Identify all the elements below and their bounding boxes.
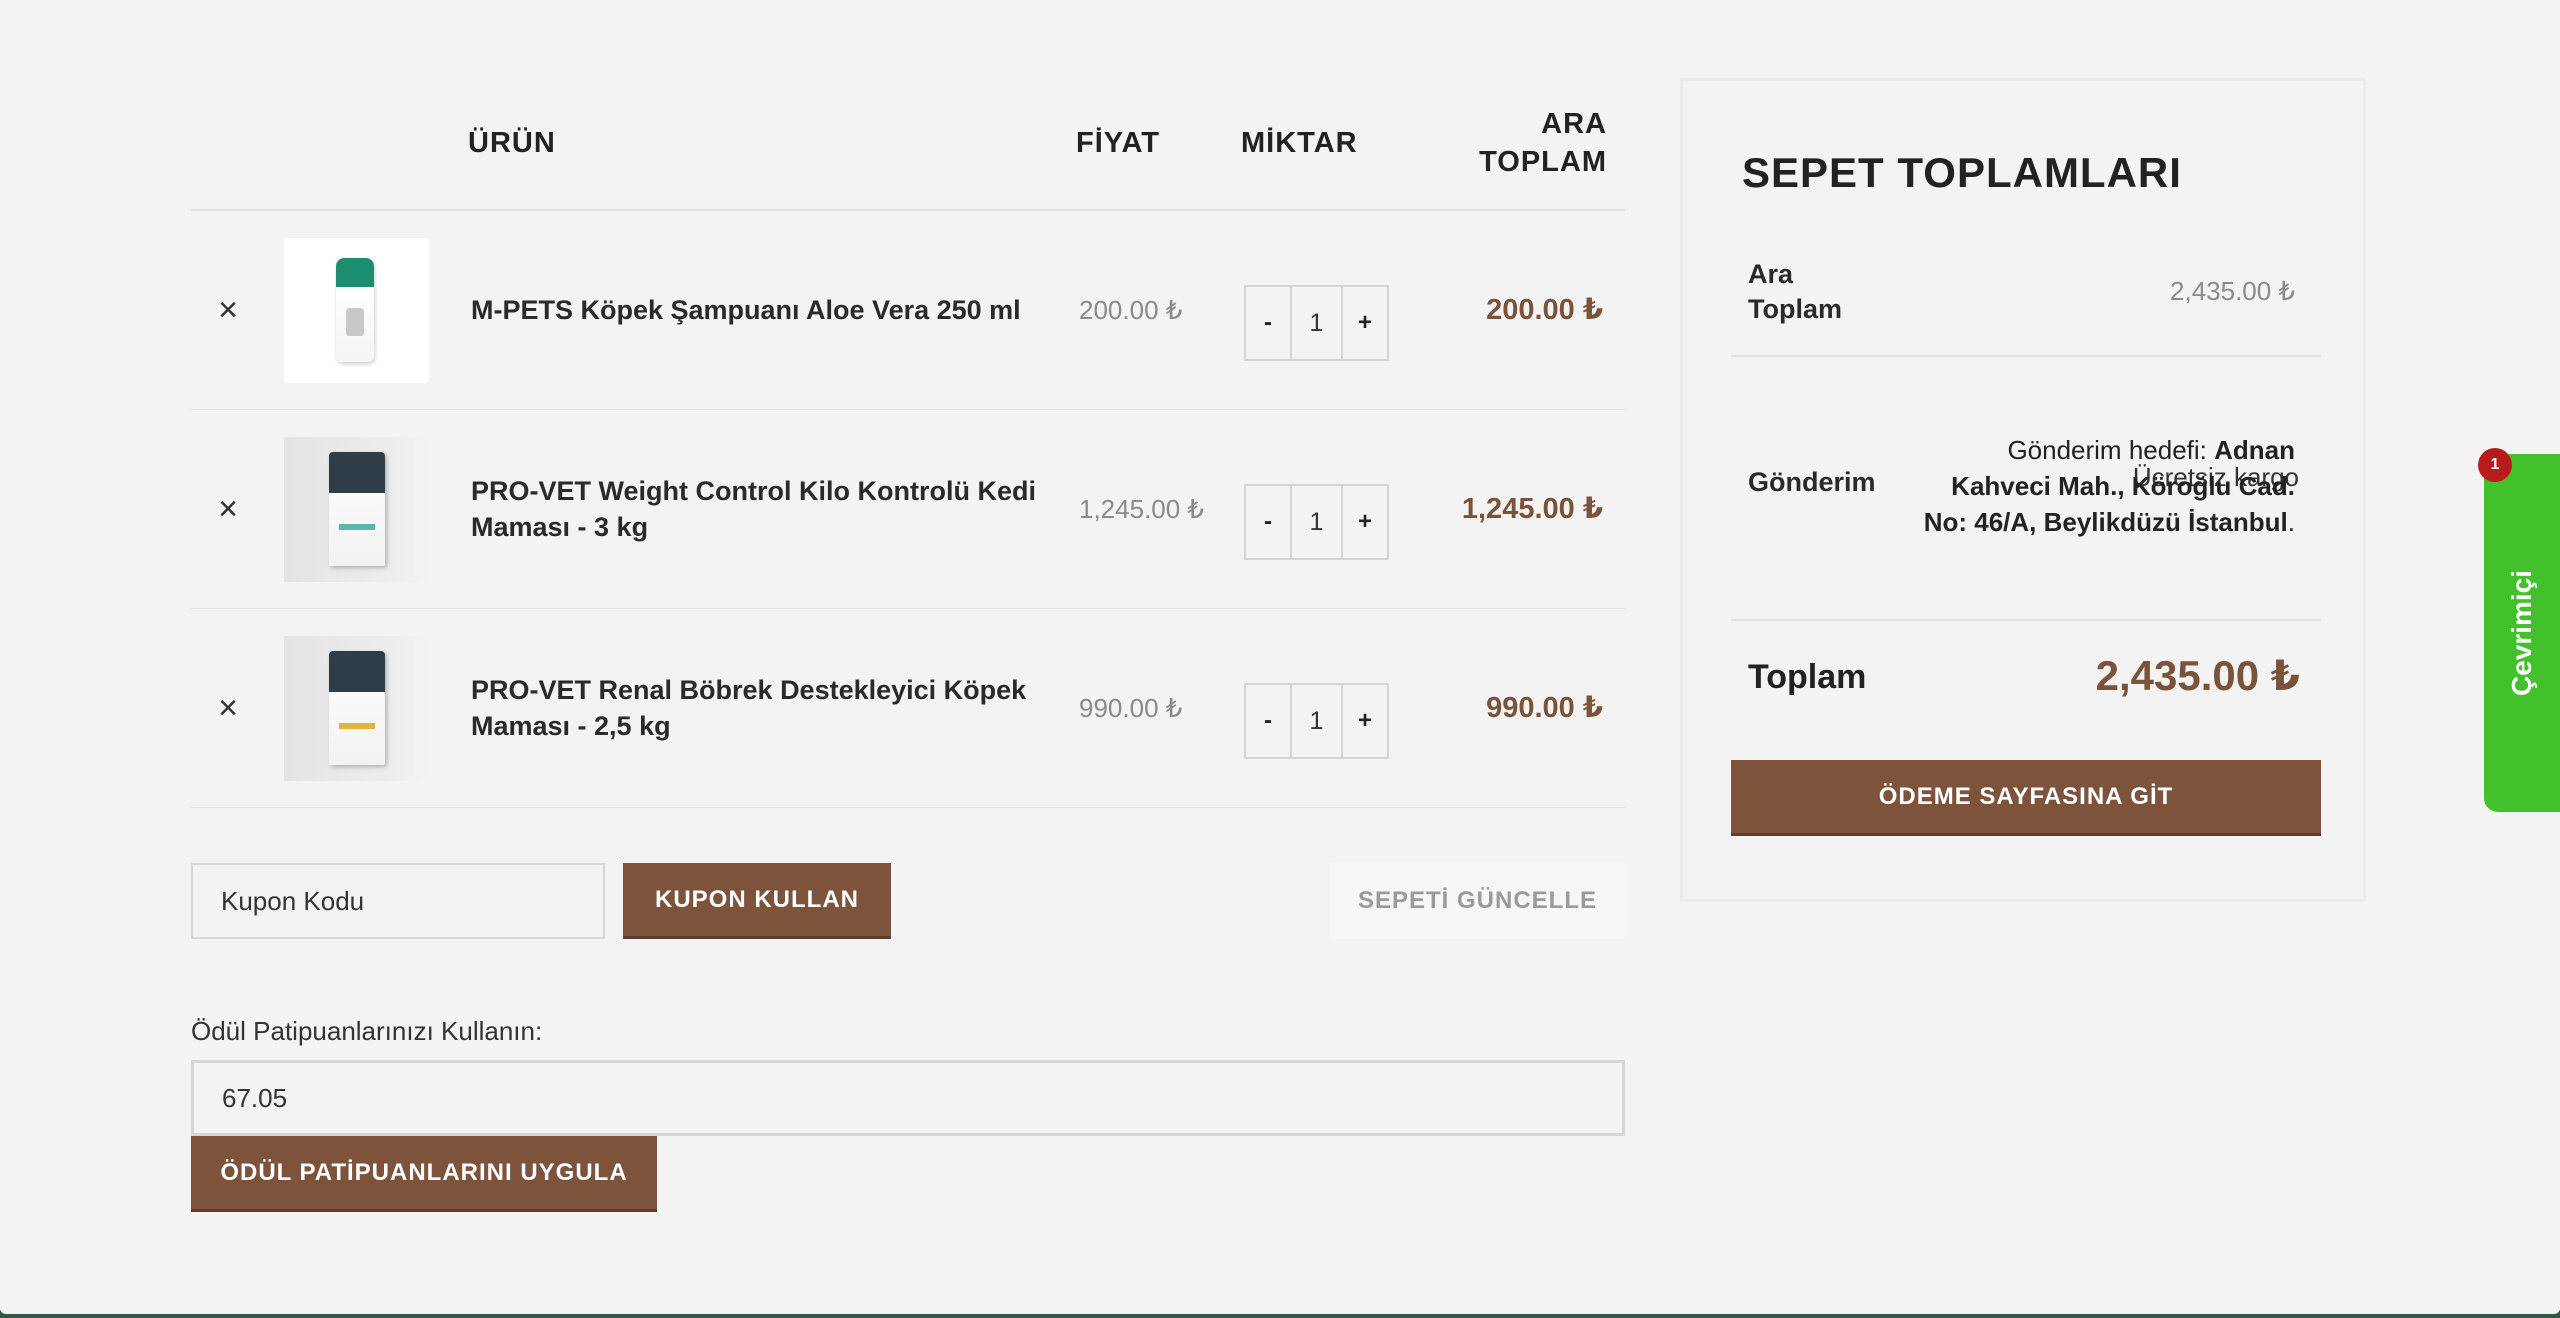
subtotal-value: 2,435.00 ₺ <box>2170 276 2295 306</box>
cart-row: × PRO-VET Weight Control Kilo Kontrolü K… <box>191 410 1625 609</box>
product-thumbnail[interactable] <box>284 437 429 582</box>
shampoo-bottle-icon <box>336 258 374 362</box>
reward-points-input[interactable]: 67.05 <box>191 1060 1625 1136</box>
cart-row: × PRO-VET Renal Böbrek Destekleyici Köpe… <box>191 609 1625 808</box>
total-label: Toplam <box>1748 658 1867 696</box>
online-chat-label: Çevrimiçi <box>2506 569 2537 697</box>
cart-table-header: ÜRÜN FİYAT MİKTAR ARA TOPLAM <box>191 80 1625 211</box>
remove-item-button[interactable]: × <box>213 285 243 335</box>
product-name-link[interactable]: PRO-VET Weight Control Kilo Kontrolü Ked… <box>471 473 1051 545</box>
online-chat-tab[interactable]: Çevrimiçi <box>2484 454 2560 812</box>
food-bag-icon <box>329 651 385 765</box>
line-subtotal: 990.00 ₺ <box>1486 692 1603 724</box>
line-subtotal: 1,245.00 ₺ <box>1461 493 1603 525</box>
product-price: 200.00 ₺ <box>1079 295 1183 325</box>
header-subtotal-line1: ARA <box>1541 108 1607 140</box>
shipping-destination: Gönderim hedefi: Adnan Kahveci Mah., Kör… <box>1915 432 2295 540</box>
shipping-destination-prefix: Gönderim hedefi: <box>2007 435 2215 465</box>
product-price: 990.00 ₺ <box>1079 693 1183 723</box>
cart-totals-box: SEPET TOPLAMLARI Ara Toplam 2,435.00 ₺ G… <box>1680 78 2366 902</box>
quantity-input[interactable]: 1 <box>1290 685 1343 757</box>
shipping-label: Gönderim <box>1748 467 1876 497</box>
quantity-input[interactable]: 1 <box>1290 486 1343 558</box>
quantity-input[interactable]: 1 <box>1290 287 1343 359</box>
shipping-destination-suffix: . <box>2287 507 2295 537</box>
quantity-stepper: - 1 + <box>1244 484 1389 560</box>
cart-row: × M-PETS Köpek Şampuanı Aloe Vera 250 ml… <box>191 211 1625 410</box>
header-quantity: MİKTAR <box>1241 127 1358 159</box>
update-cart-button[interactable]: SEPETİ GÜNCELLE <box>1330 863 1625 939</box>
quantity-stepper: - 1 + <box>1244 683 1389 759</box>
food-bag-icon <box>329 452 385 566</box>
quantity-plus-button[interactable]: + <box>1343 287 1387 359</box>
header-subtotal: ARA TOPLAM <box>1427 105 1607 181</box>
cart-totals-title: SEPET TOPLAMLARI <box>1742 149 2182 196</box>
product-thumbnail[interactable] <box>284 636 429 781</box>
quantity-plus-button[interactable]: + <box>1343 685 1387 757</box>
remove-item-button[interactable]: × <box>213 683 243 733</box>
cart-table: ÜRÜN FİYAT MİKTAR ARA TOPLAM × M-PETS Kö… <box>191 80 1625 808</box>
remove-item-button[interactable]: × <box>213 484 243 534</box>
apply-reward-points-button[interactable]: ÖDÜL PATİPUANLARINI UYGULA <box>191 1136 657 1212</box>
page-bottom-edge-inner <box>0 1308 2560 1314</box>
quantity-minus-button[interactable]: - <box>1246 685 1290 757</box>
header-price: FİYAT <box>1076 127 1160 159</box>
product-name-link[interactable]: M-PETS Köpek Şampuanı Aloe Vera 250 ml <box>471 292 1051 328</box>
quantity-minus-button[interactable]: - <box>1246 287 1290 359</box>
notification-badge: 1 <box>2478 448 2512 482</box>
coupon-code-input[interactable]: Kupon Kodu <box>191 863 605 939</box>
quantity-minus-button[interactable]: - <box>1246 486 1290 558</box>
product-price: 1,245.00 ₺ <box>1079 494 1204 524</box>
product-name-link[interactable]: PRO-VET Renal Böbrek Destekleyici Köpek … <box>471 672 1051 744</box>
apply-coupon-button[interactable]: KUPON KULLAN <box>623 863 891 939</box>
header-subtotal-line2: TOPLAM <box>1479 146 1607 178</box>
total-value: 2,435.00 ₺ <box>2095 652 2300 699</box>
reward-points-label: Ödül Patipuanlarınızı Kullanın: <box>191 1016 543 1046</box>
product-thumbnail[interactable] <box>284 238 429 383</box>
quantity-plus-button[interactable]: + <box>1343 486 1387 558</box>
quantity-stepper: - 1 + <box>1244 285 1389 361</box>
header-product: ÜRÜN <box>468 127 556 159</box>
checkout-button[interactable]: ÖDEME SAYFASINA GİT <box>1731 760 2321 836</box>
line-subtotal: 200.00 ₺ <box>1486 294 1603 326</box>
